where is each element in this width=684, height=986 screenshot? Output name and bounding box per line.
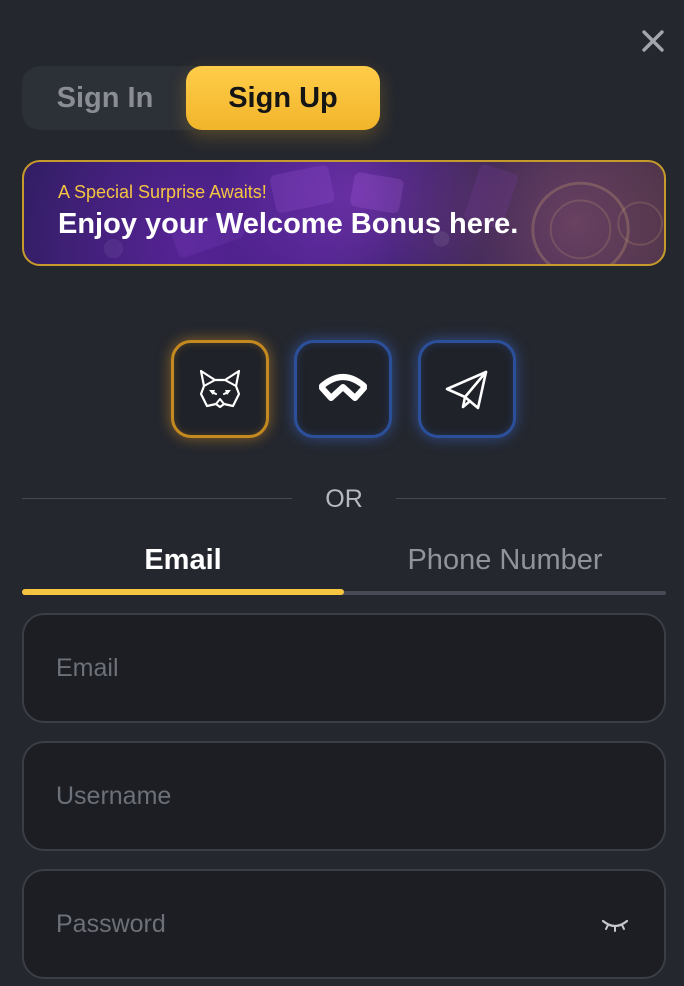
email-input[interactable] <box>56 615 596 721</box>
telegram-icon <box>445 370 488 410</box>
divider-line-right <box>396 498 666 499</box>
close-button[interactable] <box>640 28 666 54</box>
signup-method-tabs: Email Phone Number <box>22 530 666 596</box>
promo-subtitle: A Special Surprise Awaits! <box>58 182 267 202</box>
signup-modal: Sign In Sign Up A Special Surprise Await… <box>0 0 684 986</box>
email-field <box>22 613 666 723</box>
sign-up-tab[interactable]: Sign Up <box>186 66 380 130</box>
eye-closed-icon <box>601 919 629 932</box>
sign-in-tab[interactable]: Sign In <box>22 66 188 130</box>
metamask-fox-icon <box>199 369 241 409</box>
or-label: OR <box>325 485 363 513</box>
username-input[interactable] <box>56 743 596 849</box>
password-visibility-toggle[interactable] <box>600 915 630 935</box>
welcome-bonus-banner[interactable]: A Special Surprise Awaits! Enjoy your We… <box>22 160 666 266</box>
tab-email[interactable]: Email <box>22 530 344 590</box>
telegram-button[interactable] <box>418 340 516 438</box>
wallet-login-options <box>0 340 684 438</box>
walletconnect-icon <box>319 374 367 401</box>
promo-title: Enjoy your Welcome Bonus here. <box>58 208 519 240</box>
password-input[interactable] <box>56 871 596 977</box>
auth-toggle: Sign In Sign Up <box>22 66 380 130</box>
metamask-button[interactable] <box>171 340 269 438</box>
password-field <box>22 869 666 979</box>
walletconnect-button[interactable] <box>294 340 392 438</box>
close-icon <box>642 30 664 52</box>
or-divider: OR <box>22 484 666 514</box>
active-tab-indicator <box>22 589 344 595</box>
username-field <box>22 741 666 851</box>
tab-phone-number[interactable]: Phone Number <box>344 530 666 590</box>
